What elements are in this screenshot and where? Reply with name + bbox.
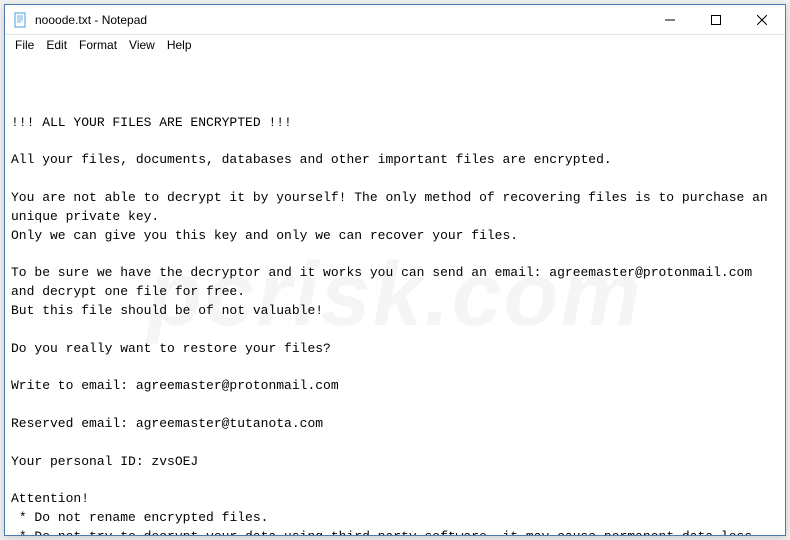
close-button[interactable] — [739, 5, 785, 34]
maximize-button[interactable] — [693, 5, 739, 34]
window-controls — [647, 5, 785, 34]
document-text: !!! ALL YOUR FILES ARE ENCRYPTED !!! All… — [11, 114, 779, 535]
menu-file[interactable]: File — [9, 36, 40, 54]
notepad-window: nooode.txt - Notepad File Edit Format Vi… — [4, 4, 786, 536]
window-title: nooode.txt - Notepad — [35, 13, 647, 27]
minimize-button[interactable] — [647, 5, 693, 34]
notepad-icon — [13, 12, 29, 28]
titlebar[interactable]: nooode.txt - Notepad — [5, 5, 785, 35]
menubar: File Edit Format View Help — [5, 35, 785, 55]
menu-format[interactable]: Format — [73, 36, 123, 54]
menu-edit[interactable]: Edit — [40, 36, 73, 54]
menu-view[interactable]: View — [123, 36, 161, 54]
menu-help[interactable]: Help — [161, 36, 198, 54]
text-area[interactable]: pcrisk.com !!! ALL YOUR FILES ARE ENCRYP… — [5, 55, 785, 535]
